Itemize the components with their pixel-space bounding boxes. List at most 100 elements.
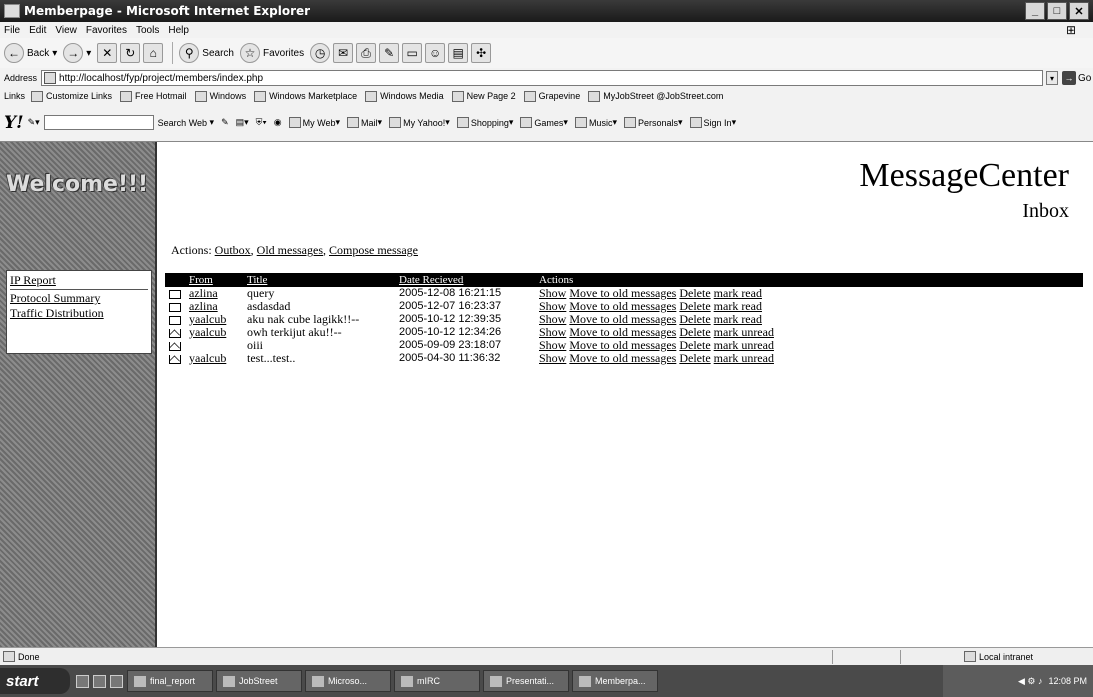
mark-link[interactable]: mark read xyxy=(714,286,762,300)
home-icon[interactable]: ⌂ xyxy=(143,43,164,63)
link-new-page-2[interactable]: New Page 2 xyxy=(451,90,516,102)
favorites-button[interactable]: ☆ Favorites xyxy=(239,43,304,63)
taskbar-item-jobstreet[interactable]: JobStreet xyxy=(216,670,302,692)
sender-link[interactable]: azlina xyxy=(189,286,218,300)
mark-link[interactable]: mark unread xyxy=(714,338,774,352)
tray-icons[interactable]: ◀ ⚙ ♪ xyxy=(1018,676,1043,687)
search-web-button[interactable]: Search Web ▾ xyxy=(158,117,214,128)
move-to-old-link[interactable]: Move to old messages xyxy=(569,299,676,313)
link-customize-links[interactable]: Customize Links xyxy=(31,90,112,102)
sidebar-item-protocol-summary[interactable]: Protocol Summary xyxy=(10,291,148,306)
mark-link[interactable]: mark unread xyxy=(714,325,774,339)
outbox-link[interactable]: Outbox xyxy=(215,243,251,257)
sidebar-item-ip-report[interactable]: IP Report xyxy=(10,273,148,288)
forward-button[interactable]: → ▾ xyxy=(63,43,91,63)
compose-message-link[interactable]: Compose message xyxy=(329,243,418,257)
minimize-button[interactable]: _ xyxy=(1025,2,1045,20)
taskbar-item-microsoft[interactable]: Microso... xyxy=(305,670,391,692)
menu-file[interactable]: File xyxy=(4,25,20,36)
yahoo-mail[interactable]: Mail ▾ xyxy=(347,117,382,128)
antispy-icon[interactable]: ◉ xyxy=(274,117,282,128)
shield-icon[interactable]: ⛨▾ xyxy=(256,117,267,128)
menu-tools[interactable]: Tools xyxy=(136,25,159,36)
stop-icon[interactable]: ✕ xyxy=(97,43,118,63)
yahoo-logo[interactable]: Y! xyxy=(4,113,24,133)
delete-link[interactable]: Delete xyxy=(679,312,710,326)
start-button[interactable]: start xyxy=(0,668,70,694)
address-dropdown-icon[interactable]: ▾ xyxy=(1046,71,1059,85)
bookmark-icon[interactable]: ▤▾ xyxy=(236,117,249,128)
forward-dropdown-icon[interactable]: ▾ xyxy=(86,48,91,59)
history-icon[interactable]: ◷ xyxy=(310,43,331,63)
quicklaunch-desktop-icon[interactable] xyxy=(76,674,89,688)
quicklaunch-ie-icon[interactable] xyxy=(93,674,106,688)
move-to-old-link[interactable]: Move to old messages xyxy=(569,312,676,326)
search-button[interactable]: ⚲ Search xyxy=(179,43,234,63)
delete-link[interactable]: Delete xyxy=(679,351,710,365)
link-free-hotmail[interactable]: Free Hotmail xyxy=(120,90,187,102)
column-header-date[interactable]: Date Recieved xyxy=(395,273,535,287)
sender-link[interactable]: yaalcub xyxy=(189,312,226,326)
maximize-button[interactable]: □ xyxy=(1047,2,1067,20)
link-myjobstreet[interactable]: MyJobStreet @JobStreet.com xyxy=(588,90,723,102)
move-to-old-link[interactable]: Move to old messages xyxy=(569,351,676,365)
yahoo-sign-in[interactable]: Sign In ▾ xyxy=(689,117,736,128)
menu-help[interactable]: Help xyxy=(168,25,189,36)
yahoo-games[interactable]: Games ▾ xyxy=(520,117,568,128)
mark-link[interactable]: mark read xyxy=(714,299,762,313)
delete-link[interactable]: Delete xyxy=(679,299,710,313)
yahoo-music[interactable]: Music ▾ xyxy=(574,117,617,128)
edit-icon[interactable]: ✎ xyxy=(379,43,400,63)
show-link[interactable]: Show xyxy=(539,312,566,326)
back-dropdown-icon[interactable]: ▾ xyxy=(52,48,57,59)
menu-view[interactable]: View xyxy=(55,25,77,36)
yahoo-my-yahoo[interactable]: My Yahoo! ▾ xyxy=(389,117,450,128)
show-link[interactable]: Show xyxy=(539,338,566,352)
back-button[interactable]: ← Back ▾ xyxy=(4,43,57,63)
link-windows-marketplace[interactable]: Windows Marketplace xyxy=(254,90,357,102)
delete-link[interactable]: Delete xyxy=(679,325,710,339)
address-input[interactable]: http://localhost/fyp/project/members/ind… xyxy=(41,70,1044,86)
show-link[interactable]: Show xyxy=(539,299,566,313)
move-to-old-link[interactable]: Move to old messages xyxy=(569,338,676,352)
menu-edit[interactable]: Edit xyxy=(29,25,46,36)
yahoo-my-web[interactable]: My Web ▾ xyxy=(288,117,340,128)
discuss-icon[interactable]: ▭ xyxy=(402,43,423,63)
move-to-old-link[interactable]: Move to old messages xyxy=(569,325,676,339)
delete-link[interactable]: Delete xyxy=(679,338,710,352)
yahoo-personals[interactable]: Personals ▾ xyxy=(623,117,683,128)
messenger-icon[interactable]: ☺ xyxy=(425,43,446,63)
link-windows[interactable]: Windows xyxy=(194,90,246,102)
show-link[interactable]: Show xyxy=(539,325,566,339)
sender-link[interactable]: yaalcub xyxy=(189,351,226,365)
go-button[interactable]: → Go xyxy=(1062,71,1091,85)
taskbar-item-mirc[interactable]: mIRC xyxy=(394,670,480,692)
mirc-icon[interactable]: ✣ xyxy=(471,43,492,63)
sender-link[interactable]: azlina xyxy=(189,299,218,313)
move-to-old-link[interactable]: Move to old messages xyxy=(569,286,676,300)
research-icon[interactable]: ▤ xyxy=(448,43,469,63)
yahoo-search-input[interactable] xyxy=(43,115,154,130)
sender-link[interactable]: yaalcub xyxy=(189,325,226,339)
mark-link[interactable]: mark read xyxy=(714,312,762,326)
yahoo-edit-icon[interactable]: ✎▾ xyxy=(28,117,40,128)
delete-link[interactable]: Delete xyxy=(679,286,710,300)
quicklaunch-media-icon[interactable] xyxy=(110,674,123,688)
column-header-title[interactable]: Title xyxy=(243,273,395,287)
show-link[interactable]: Show xyxy=(539,351,566,365)
mark-link[interactable]: mark unread xyxy=(714,351,774,365)
show-link[interactable]: Show xyxy=(539,286,566,300)
column-header-from[interactable]: From xyxy=(185,273,243,287)
sidebar-item-traffic-distribution[interactable]: Traffic Distribution xyxy=(10,306,148,321)
print-icon[interactable]: ⎙ xyxy=(356,43,377,63)
link-grapevine[interactable]: Grapevine xyxy=(523,90,580,102)
refresh-icon[interactable]: ↻ xyxy=(120,43,141,63)
menu-favorites[interactable]: Favorites xyxy=(86,25,127,36)
mail-icon[interactable]: ✉ xyxy=(333,43,354,63)
yahoo-shopping[interactable]: Shopping ▾ xyxy=(456,117,513,128)
close-button[interactable]: ✕ xyxy=(1069,2,1089,20)
taskbar-item-final-report[interactable]: final_report xyxy=(127,670,213,692)
old-messages-link[interactable]: Old messages xyxy=(257,243,323,257)
pencil-icon[interactable]: ✎ xyxy=(221,117,229,128)
taskbar-item-presentation[interactable]: Presentati... xyxy=(483,670,569,692)
